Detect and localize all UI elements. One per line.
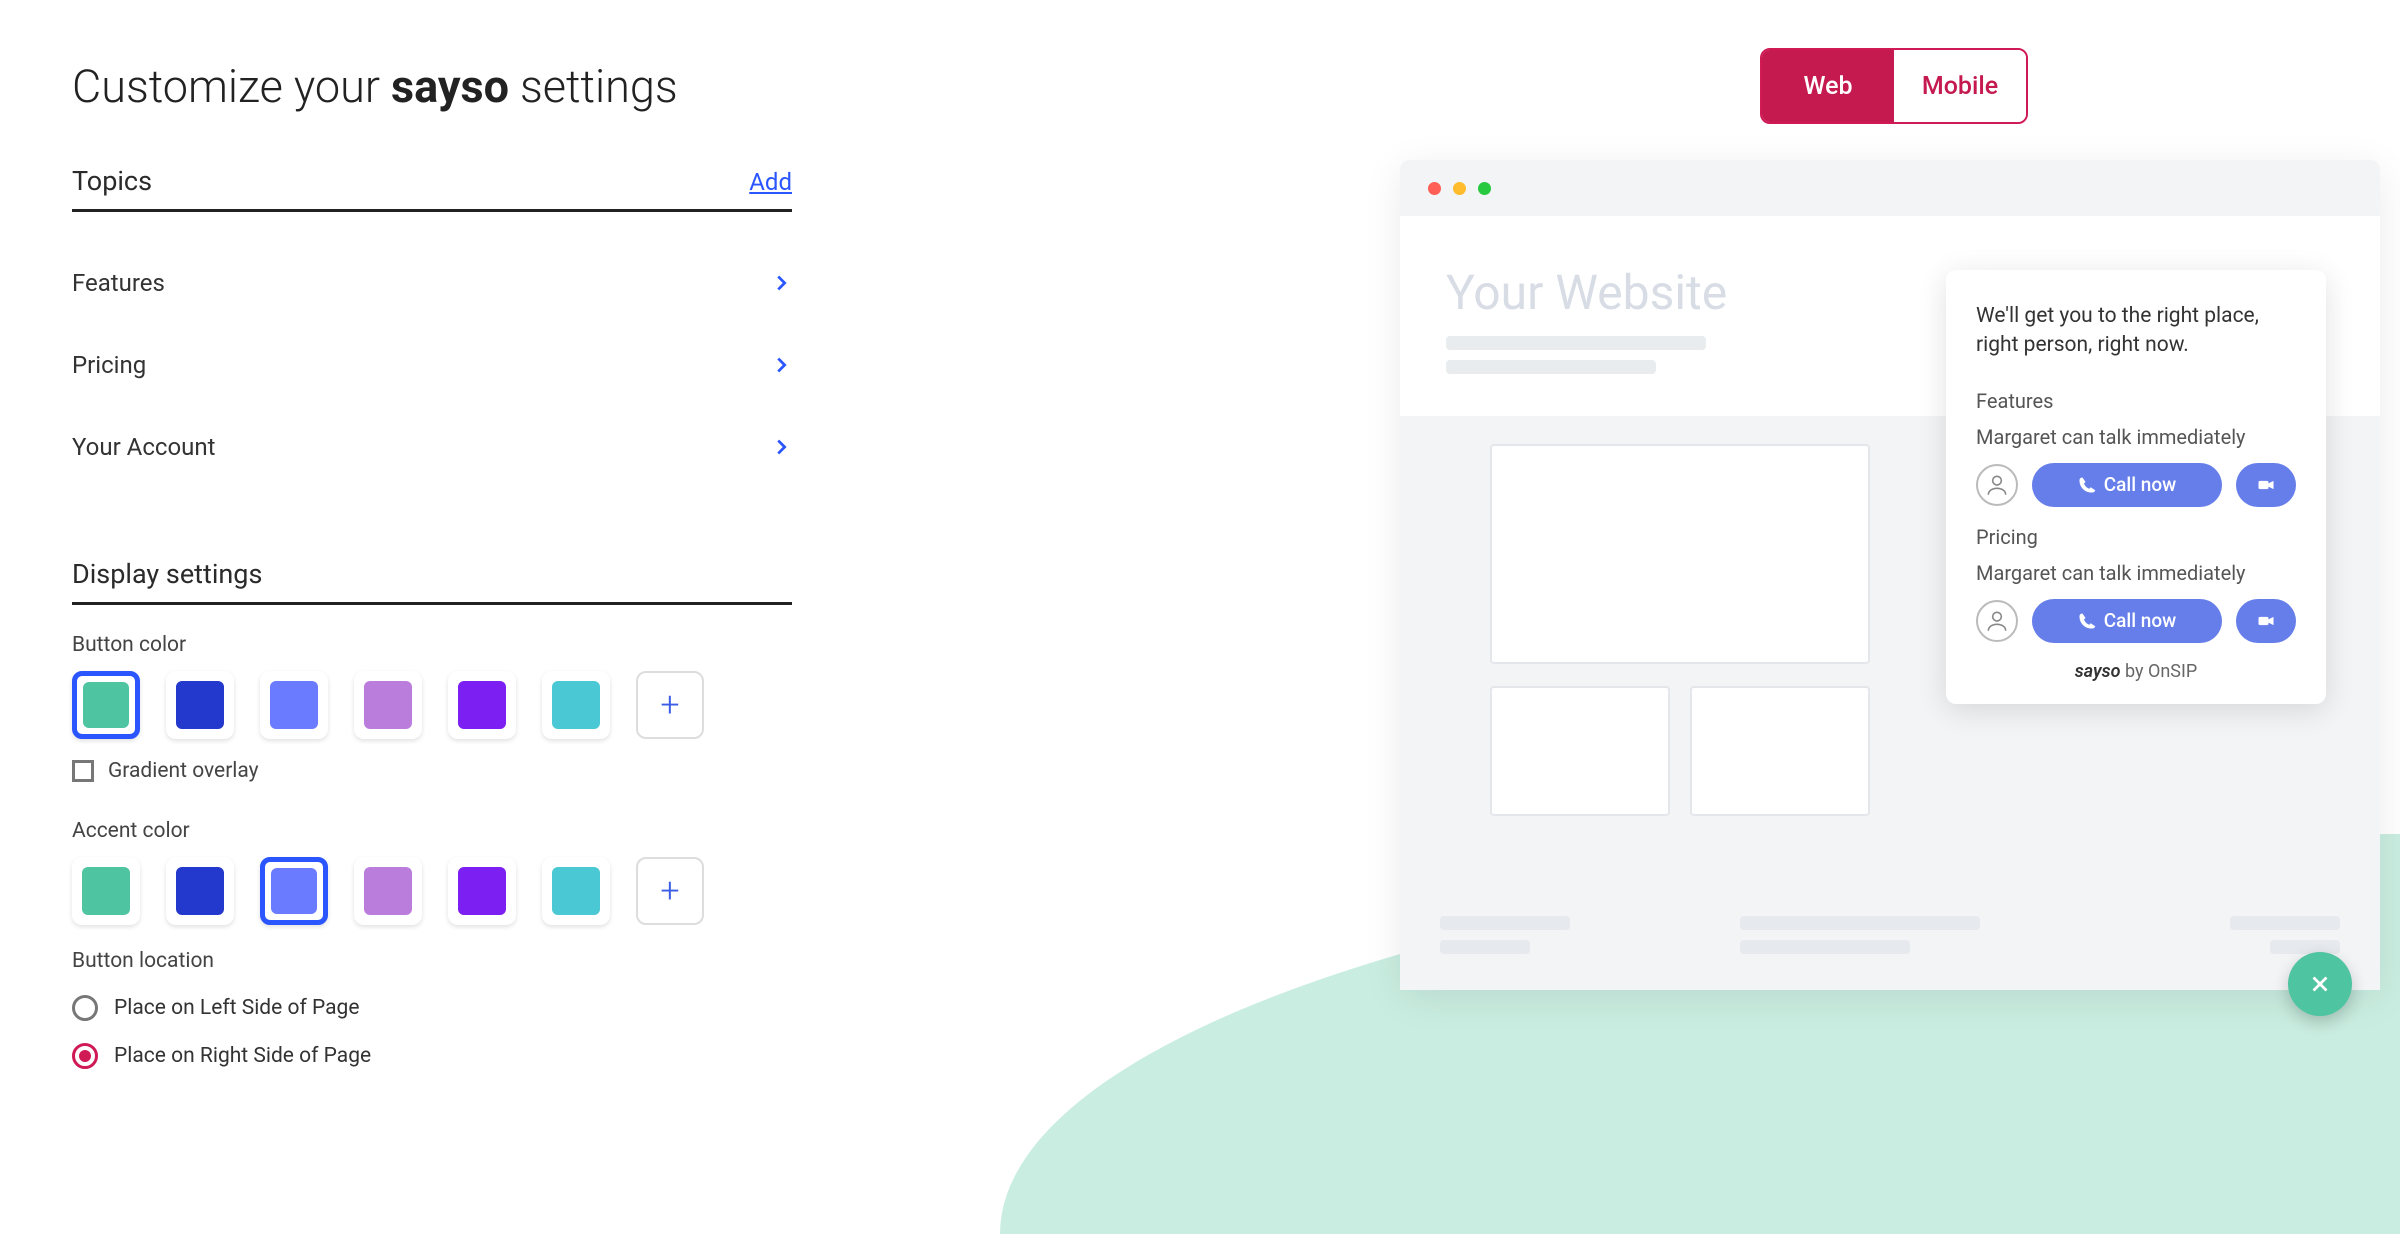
radio-icon[interactable]: [72, 1043, 98, 1069]
swatch-violet[interactable]: [448, 857, 516, 925]
skeleton-card: [1490, 444, 1870, 664]
location-right-label: Place on Right Side of Page: [114, 1044, 371, 1068]
skeleton-line: [1740, 940, 1910, 954]
call-now-button[interactable]: Call now: [2032, 463, 2222, 507]
gradient-label: Gradient overlay: [108, 759, 259, 783]
title-pre: Customize your: [72, 60, 391, 113]
swatch-periwinkle[interactable]: [260, 857, 328, 925]
skeleton-line: [2270, 940, 2340, 954]
add-topic-link[interactable]: Add: [749, 168, 792, 196]
swatch-blue[interactable]: [166, 857, 234, 925]
button-color-swatches: +: [72, 671, 792, 739]
swatch-teal[interactable]: [72, 857, 140, 925]
sayso-widget: We'll get you to the right place, right …: [1946, 270, 2326, 704]
title-bold: sayso: [391, 60, 509, 113]
avatar-icon: [1976, 600, 2018, 642]
add-color-button[interactable]: +: [636, 671, 704, 739]
radio-icon[interactable]: [72, 995, 98, 1021]
swatch-blue[interactable]: [166, 671, 234, 739]
topic-row-pricing[interactable]: Pricing: [72, 324, 792, 406]
widget-heading: We'll get you to the right place, right …: [1976, 302, 2296, 361]
skeleton-line: [1446, 336, 1706, 350]
call-now-button[interactable]: Call now: [2032, 599, 2222, 643]
avatar-icon: [1976, 464, 2018, 506]
video-call-button[interactable]: [2236, 599, 2296, 643]
traffic-red-icon: [1428, 182, 1441, 195]
skeleton-line: [2230, 916, 2340, 930]
title-post: settings: [509, 60, 678, 113]
swatch-lavender[interactable]: [354, 857, 422, 925]
swatch-cyan[interactable]: [542, 857, 610, 925]
close-widget-button[interactable]: [2288, 952, 2352, 1016]
camera-icon: [2256, 611, 2276, 631]
display-settings-header: Display settings: [72, 558, 792, 605]
skeleton-line: [1440, 916, 1570, 930]
traffic-green-icon: [1478, 182, 1491, 195]
video-call-button[interactable]: [2236, 463, 2296, 507]
topic-label: Features: [72, 269, 165, 297]
toggle-mobile[interactable]: Mobile: [1894, 50, 2026, 122]
call-label: Call now: [2104, 609, 2177, 632]
add-color-button[interactable]: +: [636, 857, 704, 925]
site-title-placeholder: Your Website: [1446, 264, 1727, 321]
topic-row-account[interactable]: Your Account: [72, 406, 792, 488]
display-settings-label: Display settings: [72, 558, 792, 590]
skeleton-line: [1446, 360, 1656, 374]
page-title: Customize your sayso settings: [72, 60, 792, 113]
checkbox-icon[interactable]: [72, 760, 94, 782]
accent-color-label: Accent color: [72, 819, 792, 843]
footer-brand: sayso: [2075, 661, 2121, 682]
gradient-overlay-row[interactable]: Gradient overlay: [72, 759, 792, 783]
location-option-right[interactable]: Place on Right Side of Page: [72, 1043, 792, 1069]
close-icon: [2307, 971, 2333, 997]
swatch-lavender[interactable]: [354, 671, 422, 739]
button-location-label: Button location: [72, 949, 792, 973]
skeleton-card: [1490, 686, 1670, 816]
swatch-teal[interactable]: [72, 671, 140, 739]
browser-preview: Your Website We'll get you to the right …: [1400, 160, 2380, 990]
call-label: Call now: [2104, 473, 2177, 496]
topic-label: Your Account: [72, 433, 215, 461]
location-option-left[interactable]: Place on Left Side of Page: [72, 995, 792, 1021]
phone-icon: [2078, 612, 2096, 630]
traffic-lights: [1428, 182, 1491, 195]
topic-label: Pricing: [72, 351, 146, 379]
swatch-periwinkle[interactable]: [260, 671, 328, 739]
topics-header: Topics Add: [72, 165, 792, 212]
topics-label: Topics: [72, 165, 152, 197]
skeleton-line: [1440, 940, 1530, 954]
skeleton-line: [1740, 916, 1980, 930]
chevron-right-icon: [770, 272, 792, 294]
widget-section-features: Features: [1976, 389, 2296, 413]
swatch-cyan[interactable]: [542, 671, 610, 739]
widget-sub: Margaret can talk immediately: [1976, 425, 2296, 449]
widget-footer: sayso by OnSIP: [1976, 661, 2296, 682]
phone-icon: [2078, 476, 2096, 494]
toggle-web[interactable]: Web: [1762, 50, 1894, 122]
button-color-label: Button color: [72, 633, 792, 657]
chevron-right-icon: [770, 354, 792, 376]
location-left-label: Place on Left Side of Page: [114, 996, 359, 1020]
camera-icon: [2256, 475, 2276, 495]
widget-section-pricing: Pricing: [1976, 525, 2296, 549]
skeleton-card: [1690, 686, 1870, 816]
footer-by: by OnSIP: [2121, 661, 2198, 682]
device-toggle: Web Mobile: [1760, 48, 2028, 124]
swatch-violet[interactable]: [448, 671, 516, 739]
chevron-right-icon: [770, 436, 792, 458]
traffic-yellow-icon: [1453, 182, 1466, 195]
widget-sub: Margaret can talk immediately: [1976, 561, 2296, 585]
topic-row-features[interactable]: Features: [72, 242, 792, 324]
accent-color-swatches: +: [72, 857, 792, 925]
